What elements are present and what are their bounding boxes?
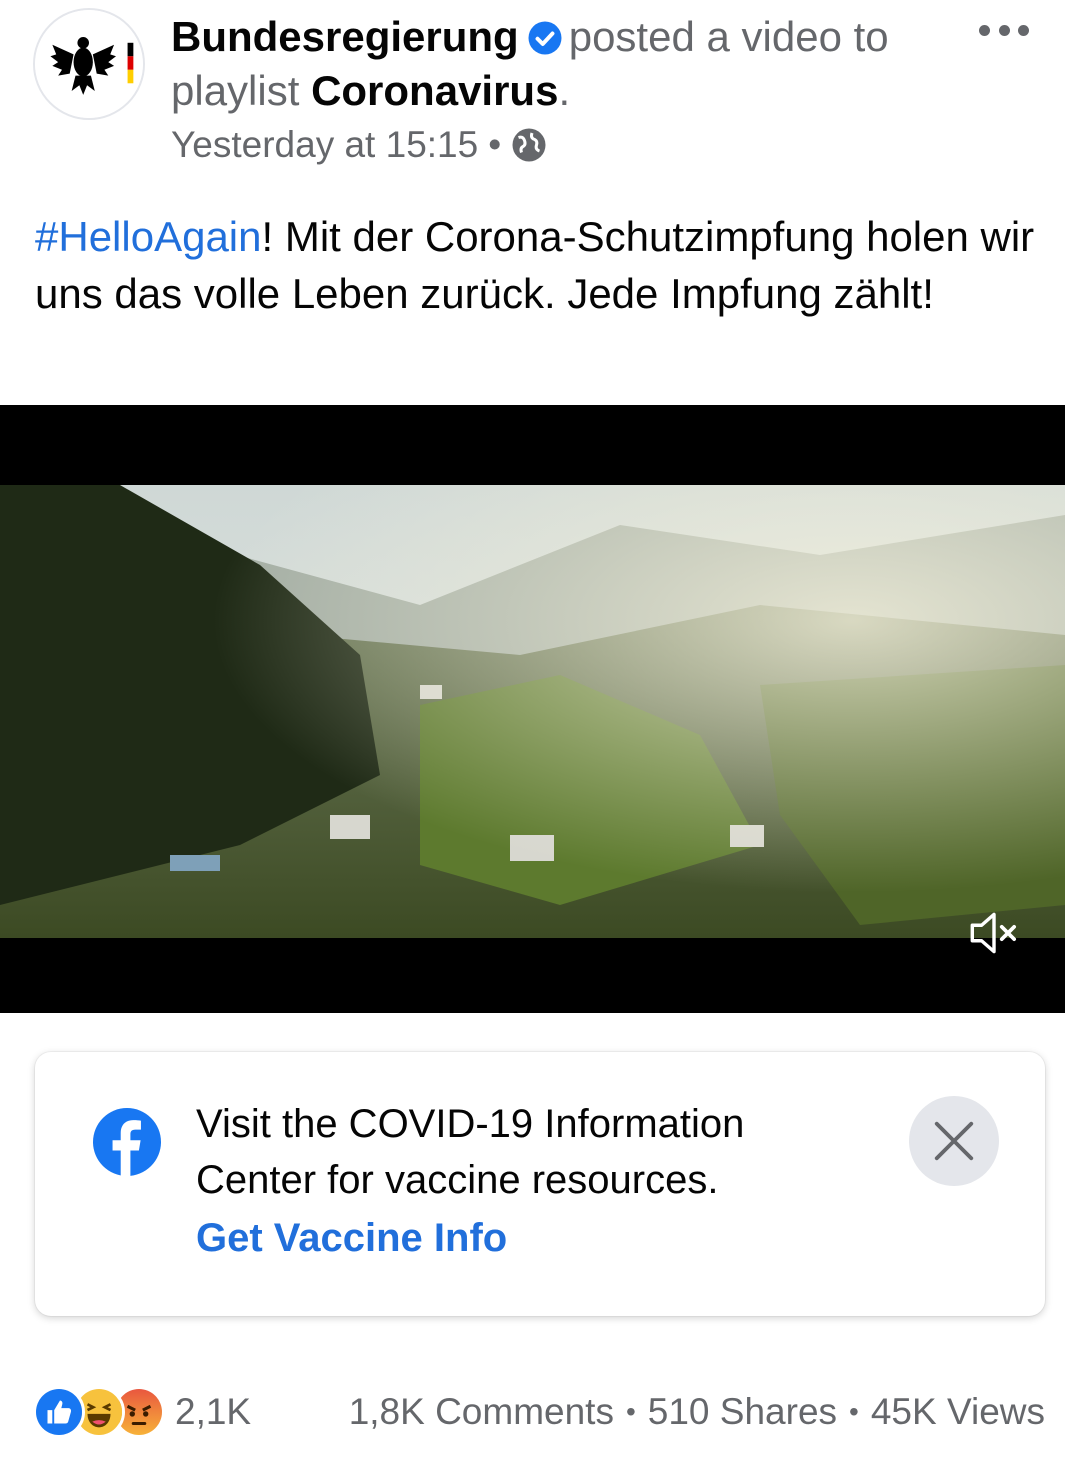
video-frame[interactable]: [0, 485, 1065, 938]
facebook-icon: [93, 1108, 161, 1176]
info-card-text: Visit the COVID-19 Information Center fo…: [196, 1102, 745, 1202]
engagement-stats: 1,8K Comments • 510 Shares • 45K Views: [349, 1391, 1045, 1433]
post-timestamp[interactable]: Yesterday at 15:15: [171, 124, 478, 166]
stats-separator: •: [625, 1396, 636, 1427]
landscape-video-still: [0, 485, 1065, 938]
more-options-icon[interactable]: [979, 18, 1029, 42]
reaction-count: 2,1K: [175, 1391, 252, 1432]
post-header: Bundesregierung posted a video to playlis…: [171, 10, 941, 118]
video-player[interactable]: [0, 405, 1065, 1013]
reactions-summary[interactable]: 2,1K: [33, 1386, 251, 1438]
header-period: .: [558, 67, 571, 114]
like-icon: [33, 1386, 85, 1438]
close-icon: [934, 1121, 974, 1161]
views-count: 45K Views: [870, 1391, 1045, 1432]
page-avatar[interactable]: [33, 8, 145, 120]
comments-count[interactable]: 1,8K Comments: [349, 1391, 614, 1433]
post-meta: Yesterday at 15:15 •: [171, 124, 547, 166]
globe-icon: [512, 128, 546, 162]
federal-eagle-logo: [35, 10, 143, 118]
playlist-link[interactable]: Coronavirus: [311, 67, 558, 114]
close-card-button[interactable]: [909, 1096, 999, 1186]
speaker-muted-icon[interactable]: [963, 902, 1025, 964]
verified-badge-icon: [528, 21, 562, 55]
meta-separator: •: [488, 124, 502, 165]
get-vaccine-info-link[interactable]: Get Vaccine Info: [196, 1216, 507, 1261]
page-name[interactable]: Bundesregierung: [171, 13, 519, 60]
post-body: #HelloAgain! Mit der Corona-Schutzimpfun…: [35, 208, 1045, 322]
stats-separator: •: [849, 1396, 859, 1427]
covid-info-card: Visit the COVID-19 Information Center fo…: [35, 1052, 1045, 1316]
hashtag-link[interactable]: #HelloAgain: [35, 213, 262, 260]
shares-count[interactable]: 510 Shares: [648, 1391, 837, 1433]
